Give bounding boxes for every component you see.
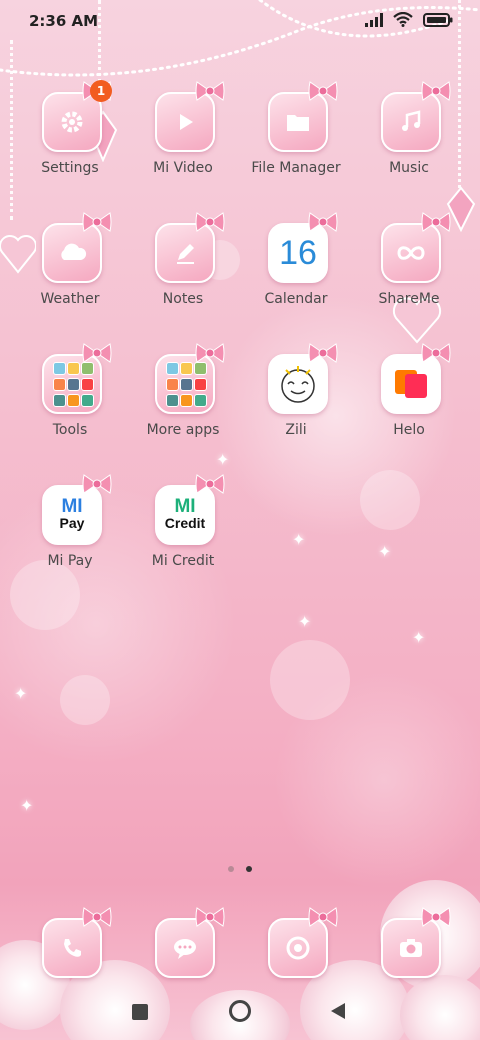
- bow-decoration: [195, 343, 225, 363]
- app-label: Mi Video: [153, 160, 213, 176]
- folder-grid-icon: [42, 343, 112, 414]
- browser-icon: [268, 907, 338, 978]
- status-time: 2:36 AM: [29, 12, 99, 30]
- logo-mi: MI: [61, 496, 83, 517]
- app-file-manager[interactable]: File Manager: [240, 81, 352, 204]
- bow-decoration: [421, 81, 451, 101]
- camera-icon: [381, 907, 451, 978]
- folder-grid-icon: [155, 343, 225, 414]
- recents-button[interactable]: [132, 1004, 148, 1020]
- bow-decoration: [308, 81, 338, 101]
- mi-credit-icon: MI Credit: [155, 474, 225, 545]
- logo-word: Pay: [59, 515, 85, 531]
- app-more-apps[interactable]: More apps: [127, 343, 239, 466]
- bow-decoration: [308, 343, 338, 363]
- bow-decoration: [82, 343, 112, 363]
- bow-decoration: [195, 907, 225, 927]
- app-helo[interactable]: Helo: [353, 343, 465, 466]
- dock-messages[interactable]: [127, 907, 239, 978]
- bow-decoration: [195, 474, 225, 494]
- home-button[interactable]: [229, 1000, 251, 1022]
- page-dot-active[interactable]: [246, 866, 252, 872]
- bow-decoration: [82, 907, 112, 927]
- bow-decoration: [195, 212, 225, 232]
- status-bar: 2:36 AM: [0, 0, 480, 42]
- bokeh-light: [60, 675, 110, 725]
- gear-icon: [42, 81, 112, 152]
- sparkle: ✦: [20, 796, 34, 815]
- app-label: Tools: [52, 422, 88, 438]
- dock-browser[interactable]: [240, 907, 352, 978]
- app-mi-pay[interactable]: MI Pay Mi Pay: [14, 474, 126, 597]
- navigation-bar: [0, 992, 480, 1040]
- pencil-icon: [155, 212, 225, 283]
- app-zili[interactable]: Zili: [240, 343, 352, 466]
- app-weather[interactable]: Weather: [14, 212, 126, 335]
- app-notes[interactable]: Notes: [127, 212, 239, 335]
- bow-decoration: [421, 212, 451, 232]
- bokeh-light: [360, 470, 420, 530]
- app-shareme[interactable]: ShareMe: [353, 212, 465, 335]
- bow-decoration: [82, 212, 112, 232]
- phone-icon: [42, 907, 112, 978]
- bow-decoration: [82, 474, 112, 494]
- app-settings[interactable]: 1 Settings: [14, 80, 126, 204]
- app-calendar[interactable]: 16 Calendar: [240, 212, 352, 335]
- app-tools[interactable]: Tools: [14, 343, 126, 466]
- music-note-icon: [381, 81, 451, 152]
- sparkle: ✦: [378, 542, 392, 561]
- dock-camera[interactable]: [353, 907, 465, 978]
- app-label: ShareMe: [378, 291, 440, 307]
- page-indicator: [0, 866, 480, 872]
- page-dot[interactable]: [228, 866, 234, 872]
- app-mi-video[interactable]: Mi Video: [127, 81, 239, 204]
- signal-icon: [365, 12, 383, 27]
- sparkle: ✦: [14, 684, 28, 703]
- app-mi-credit[interactable]: MI Credit Mi Credit: [127, 474, 239, 597]
- bokeh-light: [270, 640, 350, 720]
- cloud-icon: [42, 212, 112, 283]
- calendar-icon: 16: [268, 212, 338, 283]
- play-icon: [155, 81, 225, 152]
- message-icon: [155, 907, 225, 978]
- wifi-icon: [393, 12, 413, 27]
- calendar-date: 16: [279, 233, 317, 272]
- app-label: Weather: [40, 291, 100, 307]
- sparkle: ✦: [292, 530, 306, 549]
- logo-word: Credit: [164, 515, 206, 531]
- app-label: Mi Credit: [151, 553, 215, 569]
- bow-decoration: [308, 907, 338, 927]
- app-label: Notes: [162, 291, 204, 307]
- app-label: Settings: [41, 160, 99, 176]
- app-label: File Manager: [251, 160, 341, 176]
- app-label: Helo: [393, 422, 425, 438]
- sparkle: ✦: [412, 628, 426, 647]
- app-label: Music: [389, 160, 429, 176]
- status-icons: [365, 12, 453, 27]
- logo-mi: MI: [174, 496, 196, 517]
- bow-decoration: [421, 343, 451, 363]
- home-screen: ✦ ✦ ✦ ✦ ✦ ✦ ✦ 2:36 AM 1 Settings Mi Vide…: [0, 0, 480, 1040]
- folder-icon: [268, 81, 338, 152]
- dock-phone[interactable]: [14, 907, 126, 978]
- app-music[interactable]: Music: [353, 81, 465, 204]
- infinity-icon: [381, 212, 451, 283]
- app-label: More apps: [146, 422, 220, 438]
- bow-decoration: [195, 81, 225, 101]
- back-button[interactable]: [330, 1002, 346, 1020]
- bow-decoration: [421, 907, 451, 927]
- app-label: Zili: [285, 422, 307, 438]
- battery-icon: [423, 12, 453, 27]
- chat-square-icon: [381, 343, 451, 414]
- notification-badge: 1: [90, 80, 112, 102]
- app-label: Calendar: [264, 291, 328, 307]
- mi-pay-icon: MI Pay: [42, 474, 112, 545]
- smiley-icon: [268, 343, 338, 414]
- sparkle: ✦: [298, 612, 312, 631]
- bow-decoration: [308, 212, 338, 232]
- app-label: Mi Pay: [47, 553, 93, 569]
